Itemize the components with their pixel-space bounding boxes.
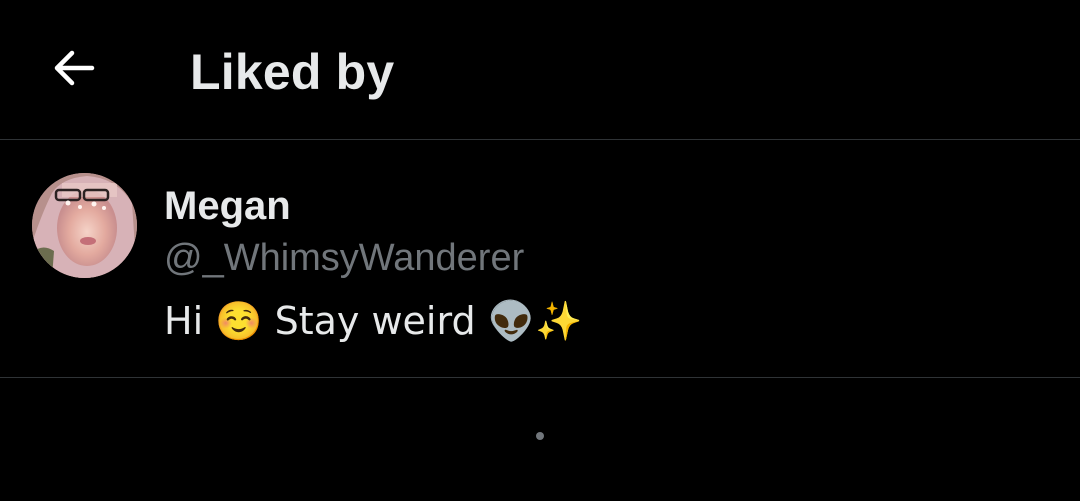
avatar-photo [32,173,137,278]
user-bio: Hi ☺️ Stay weird 👽✨ [164,299,583,343]
loading-indicator [536,432,544,440]
user-list-item[interactable]: Megan @_WhimsyWanderer Hi ☺️ Stay weird … [0,141,1080,378]
user-handle: @_WhimsyWanderer [164,237,525,279]
page-title: Liked by [190,44,395,100]
user-display-name[interactable]: Megan [164,181,291,231]
back-button[interactable] [44,40,104,96]
top-app-bar: Liked by [0,0,1080,140]
avatar[interactable] [32,173,137,278]
arrow-left-icon [54,50,95,86]
